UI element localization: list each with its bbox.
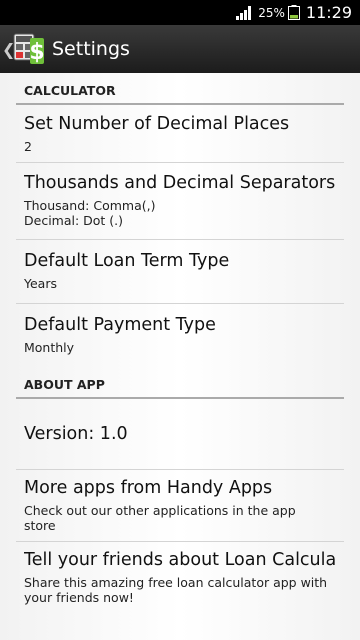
pref-title: Default Payment Type [24,315,216,335]
pref-more-apps[interactable]: More apps from Handy Apps Check out our … [0,469,360,541]
pref-title: Set Number of Decimal Places [24,113,290,134]
settings-list: CALCULATOR Set Number of Decimal Places … [0,73,360,640]
pref-title: Version: 1.0 [24,424,128,444]
svg-text:$: $ [29,40,44,65]
battery-icon [287,5,300,20]
pref-summary: Monthly [24,340,75,355]
back-chevron-icon[interactable]: ❮ [2,40,15,59]
pref-title: Tell your friends about Loan Calculator [24,549,336,570]
pref-title: Default Loan Term Type [24,251,230,271]
page-title: Settings [52,38,130,60]
clock: 11:29 [305,3,352,22]
pref-summary: Share this amazing free loan calculator … [24,574,328,605]
section-header-about-app: ABOUT APP [0,367,360,399]
section-header-calculator: CALCULATOR [0,73,360,105]
signal-strength-icon [236,5,252,20]
pref-title: More apps from Handy Apps [24,477,273,498]
pref-payment-type[interactable]: Default Payment Type Monthly [0,303,360,367]
pref-title: Thousands and Decimal Separators [24,173,336,193]
pref-summary: Years [24,276,57,291]
status-bar: 25% 11:29 [0,0,360,25]
pref-tell-friends[interactable]: Tell your friends about Loan Calculator … [0,541,360,613]
pref-decimal-places[interactable]: Set Number of Decimal Places 2 [0,105,360,162]
pref-version[interactable]: Version: 1.0 [0,399,360,469]
action-bar: ❮ $ Settings [0,25,360,73]
battery-percent: 25% [258,5,285,20]
calculator-dollar-app-icon[interactable]: $ [12,32,46,66]
pref-summary: Thousand: Comma(,) Decimal: Dot (.) [24,198,156,228]
pref-loan-term-type[interactable]: Default Loan Term Type Years [0,239,360,303]
pref-summary: 2 [24,138,32,154]
pref-separators[interactable]: Thousands and Decimal Separators Thousan… [0,162,360,239]
pref-summary: Check out our other applications in the … [24,502,296,533]
